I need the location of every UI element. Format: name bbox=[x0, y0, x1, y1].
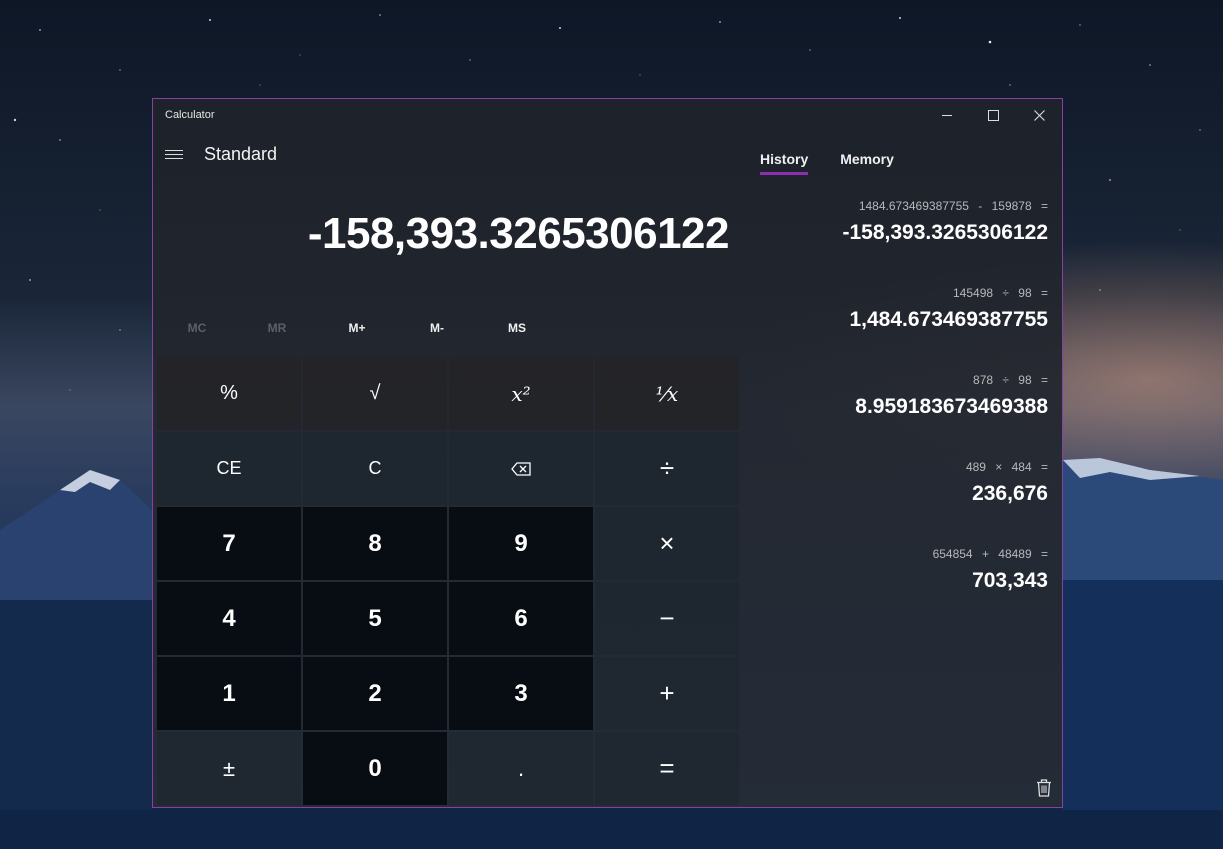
history-list: 1484.673469387755 - 159878 = -158,393.32… bbox=[748, 199, 1048, 634]
digit-0-button[interactable]: 0 bbox=[303, 732, 447, 805]
panel-tabs: History Memory bbox=[760, 151, 926, 175]
history-result: 703,343 bbox=[972, 569, 1048, 592]
history-item[interactable]: 878 ÷ 98 = 8.959183673469388 bbox=[748, 373, 1048, 460]
history-expression: 654854 + 48489 = bbox=[932, 547, 1048, 561]
memory-store-button[interactable]: MS bbox=[477, 321, 557, 345]
history-result: 1,484.673469387755 bbox=[849, 308, 1048, 331]
negate-button[interactable]: ± bbox=[157, 732, 301, 805]
keypad: % √ x² ¹⁄x CE C ÷ 7 8 9 × 4 5 6 − 1 2 3 … bbox=[157, 357, 741, 805]
history-expression: 489 × 484 = bbox=[965, 460, 1048, 474]
history-result: -158,393.3265306122 bbox=[842, 221, 1048, 244]
add-button[interactable]: + bbox=[595, 657, 739, 730]
history-expression: 145498 ÷ 98 = bbox=[953, 286, 1048, 300]
reciprocal-button[interactable]: ¹⁄x bbox=[595, 357, 739, 430]
minimize-icon bbox=[942, 114, 952, 116]
decimal-button[interactable]: . bbox=[449, 732, 593, 805]
backspace-button[interactable] bbox=[449, 432, 593, 505]
memory-row: MC MR M+ M- MS bbox=[157, 321, 557, 345]
digit-5-button[interactable]: 5 bbox=[303, 582, 447, 655]
trash-icon[interactable] bbox=[1036, 779, 1052, 797]
history-item[interactable]: 654854 + 48489 = 703,343 bbox=[748, 547, 1048, 634]
digit-6-button[interactable]: 6 bbox=[449, 582, 593, 655]
multiply-button[interactable]: × bbox=[595, 507, 739, 580]
history-item[interactable]: 489 × 484 = 236,676 bbox=[748, 460, 1048, 547]
history-result: 8.959183673469388 bbox=[855, 395, 1048, 418]
sqrt-button[interactable]: √ bbox=[303, 357, 447, 430]
clear-entry-button[interactable]: CE bbox=[157, 432, 301, 505]
mode-title: Standard bbox=[204, 144, 278, 164]
divide-button[interactable]: ÷ bbox=[595, 432, 739, 505]
digit-7-button[interactable]: 7 bbox=[157, 507, 301, 580]
maximize-button[interactable] bbox=[970, 99, 1016, 131]
memory-subtract-button[interactable]: M- bbox=[397, 321, 477, 345]
clear-button[interactable]: C bbox=[303, 432, 447, 505]
digit-9-button[interactable]: 9 bbox=[449, 507, 593, 580]
hamburger-menu-icon[interactable] bbox=[165, 147, 183, 161]
tab-memory[interactable]: Memory bbox=[840, 151, 894, 175]
history-item[interactable]: 145498 ÷ 98 = 1,484.673469387755 bbox=[748, 286, 1048, 373]
minimize-button[interactable] bbox=[924, 99, 970, 131]
digit-4-button[interactable]: 4 bbox=[157, 582, 301, 655]
close-button[interactable] bbox=[1016, 99, 1062, 131]
calculator-window: Calculator Standard -158,393.3265306122 … bbox=[152, 98, 1063, 808]
close-icon bbox=[1033, 109, 1045, 121]
backspace-icon bbox=[511, 461, 531, 476]
subtract-button[interactable]: − bbox=[595, 582, 739, 655]
tab-history[interactable]: History bbox=[760, 151, 809, 175]
app-title: Calculator bbox=[165, 109, 215, 121]
history-item[interactable]: 1484.673469387755 - 159878 = -158,393.32… bbox=[748, 199, 1048, 286]
digit-2-button[interactable]: 2 bbox=[303, 657, 447, 730]
memory-add-button[interactable]: M+ bbox=[317, 321, 397, 345]
digit-3-button[interactable]: 3 bbox=[449, 657, 593, 730]
square-button[interactable]: x² bbox=[449, 357, 593, 430]
title-bar[interactable]: Calculator bbox=[153, 99, 1062, 131]
percent-button[interactable]: % bbox=[157, 357, 301, 430]
result-display: -158,393.3265306122 bbox=[307, 209, 730, 258]
memory-clear-button[interactable]: MC bbox=[157, 321, 237, 345]
history-expression: 878 ÷ 98 = bbox=[973, 373, 1048, 387]
history-expression: 1484.673469387755 - 159878 = bbox=[858, 199, 1048, 213]
memory-recall-button[interactable]: MR bbox=[237, 321, 317, 345]
digit-8-button[interactable]: 8 bbox=[303, 507, 447, 580]
history-result: 236,676 bbox=[972, 482, 1048, 505]
digit-1-button[interactable]: 1 bbox=[157, 657, 301, 730]
maximize-icon bbox=[987, 109, 999, 121]
equals-button[interactable]: = bbox=[595, 732, 739, 805]
